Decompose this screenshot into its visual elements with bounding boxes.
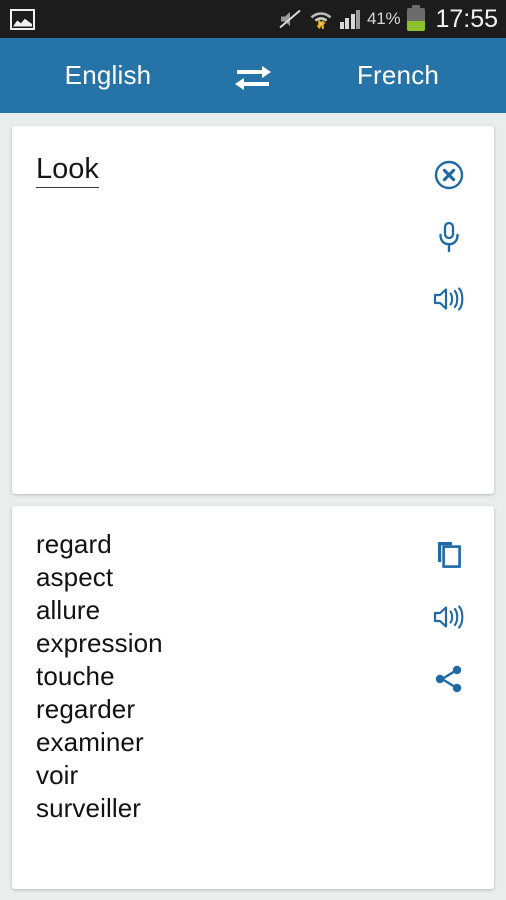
language-selector-bar: English French bbox=[0, 38, 506, 113]
copy-icon bbox=[438, 542, 461, 568]
source-language-button[interactable]: English bbox=[0, 60, 216, 91]
list-item: expression bbox=[36, 628, 163, 658]
battery-percent-label: 41% bbox=[367, 9, 401, 28]
translation-list: regard aspect allure expression touche r… bbox=[36, 528, 404, 825]
clear-text-button[interactable] bbox=[422, 144, 476, 206]
wifi-transfer-icon bbox=[309, 8, 333, 30]
status-bar-system-icons: 41% 17:55 bbox=[278, 4, 498, 33]
share-translation-button[interactable] bbox=[422, 648, 476, 710]
speaker-volume-icon bbox=[433, 287, 464, 311]
share-icon bbox=[435, 665, 462, 693]
speak-source-button[interactable] bbox=[422, 268, 476, 330]
list-item: regarder bbox=[36, 694, 136, 724]
status-bar-notifications bbox=[10, 8, 35, 30]
list-item: surveiller bbox=[36, 793, 142, 823]
list-item: allure bbox=[36, 595, 101, 625]
list-item: voir bbox=[36, 760, 79, 790]
speak-translation-button[interactable] bbox=[422, 586, 476, 648]
clear-circle-x-icon bbox=[434, 160, 464, 190]
battery-icon bbox=[407, 4, 426, 31]
voice-input-button[interactable] bbox=[422, 206, 476, 268]
speaker-volume-icon bbox=[433, 605, 464, 629]
volume-mute-icon bbox=[278, 9, 302, 29]
list-item: examiner bbox=[36, 727, 144, 757]
translation-result-panel[interactable]: regard aspect allure expression touche r… bbox=[12, 506, 494, 889]
swap-languages-button[interactable] bbox=[216, 59, 290, 93]
result-actions bbox=[422, 524, 476, 710]
source-text-panel[interactable]: Look bbox=[12, 126, 494, 494]
status-bar: 41% 17:55 bbox=[0, 0, 506, 38]
status-bar-clock: 17:55 bbox=[435, 4, 498, 33]
copy-translation-button[interactable] bbox=[422, 524, 476, 586]
list-item: aspect bbox=[36, 562, 114, 592]
source-actions bbox=[422, 144, 476, 330]
cellular-signal-icon bbox=[339, 9, 360, 29]
list-item: touche bbox=[36, 661, 115, 691]
list-item: regard bbox=[36, 529, 112, 559]
source-text-input[interactable]: Look bbox=[36, 154, 99, 189]
microphone-icon bbox=[439, 221, 459, 253]
gallery-photo-icon bbox=[10, 8, 35, 30]
target-language-button[interactable]: French bbox=[290, 60, 506, 91]
swap-arrows-icon bbox=[235, 65, 271, 90]
